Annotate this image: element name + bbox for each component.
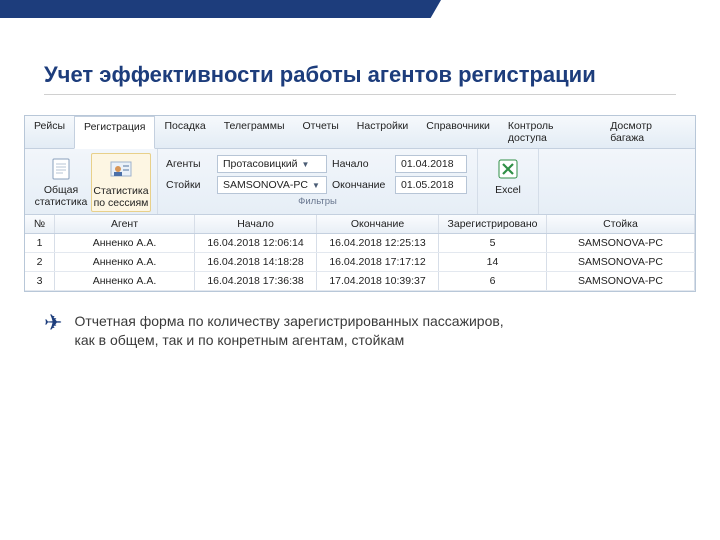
menu-tab[interactable]: Регистрация bbox=[74, 116, 155, 149]
column-header[interactable]: Начало bbox=[195, 215, 317, 233]
menu-tab[interactable]: Телеграммы bbox=[215, 116, 294, 148]
footnote-text: Отчетная форма по количеству зарегистрир… bbox=[74, 312, 514, 350]
menu-tab[interactable]: Досмотр багажа bbox=[601, 116, 695, 148]
cell: 14 bbox=[439, 253, 547, 271]
agents-label: Агенты bbox=[166, 158, 212, 170]
cell: 3 bbox=[25, 272, 55, 290]
table-header: №АгентНачалоОкончаниеЗарегистрированоСто… bbox=[25, 215, 695, 234]
app-window: РейсыРегистрацияПосадкаТелеграммыОтчетыН… bbox=[24, 115, 696, 292]
group-stats: Общая статистика Статистика по сессиям bbox=[25, 149, 158, 214]
end-label: Окончание bbox=[332, 179, 390, 191]
cell: SAMSONOVA-PC bbox=[547, 234, 695, 252]
table-row[interactable]: 3Анненко А.А.16.04.2018 17:36:3817.04.20… bbox=[25, 272, 695, 291]
overall-stats-button[interactable]: Общая статистика bbox=[31, 153, 91, 212]
cell: 16.04.2018 12:06:14 bbox=[195, 234, 317, 252]
cell: Анненко А.А. bbox=[55, 253, 195, 271]
cell: 16.04.2018 14:18:28 bbox=[195, 253, 317, 271]
cell: SAMSONOVA-PC bbox=[547, 253, 695, 271]
cell: 16.04.2018 12:25:13 bbox=[317, 234, 439, 252]
cell: Анненко А.А. bbox=[55, 272, 195, 290]
stands-label: Стойки bbox=[166, 179, 212, 191]
cell: Анненко А.А. bbox=[55, 234, 195, 252]
menubar: РейсыРегистрацияПосадкаТелеграммыОтчетыН… bbox=[25, 116, 695, 149]
document-icon bbox=[46, 155, 76, 183]
menu-tab[interactable]: Рейсы bbox=[25, 116, 74, 148]
page-title: Учет эффективности работы агентов регист… bbox=[44, 62, 676, 95]
cell: 2 bbox=[25, 253, 55, 271]
menu-tab[interactable]: Справочники bbox=[417, 116, 499, 148]
stands-value: SAMSONOVA-PC bbox=[223, 179, 308, 191]
chevron-down-icon: ▼ bbox=[312, 181, 320, 190]
stands-combo[interactable]: SAMSONOVA-PC ▼ bbox=[217, 176, 327, 194]
menu-tab[interactable]: Отчеты bbox=[294, 116, 348, 148]
group-filters: Агенты Протасовицкий ▼ Начало 01.04.2018… bbox=[158, 149, 478, 214]
excel-button[interactable]: Excel bbox=[484, 153, 532, 199]
column-header[interactable]: Стойка bbox=[547, 215, 695, 233]
cell: 5 bbox=[439, 234, 547, 252]
data-table: №АгентНачалоОкончаниеЗарегистрированоСто… bbox=[25, 215, 695, 291]
end-date-input[interactable]: 01.05.2018 bbox=[395, 176, 467, 194]
session-stats-button[interactable]: Статистика по сессиям bbox=[91, 153, 151, 212]
start-date-input[interactable]: 01.04.2018 bbox=[395, 155, 467, 173]
ribbon: Общая статистика Статистика по сессиям А… bbox=[25, 149, 695, 215]
session-stats-label: Статистика по сессиям bbox=[93, 186, 148, 209]
excel-icon bbox=[493, 155, 523, 183]
plane-icon: ✈ bbox=[44, 312, 62, 350]
cell: 16.04.2018 17:36:38 bbox=[195, 272, 317, 290]
overall-stats-label: Общая статистика bbox=[33, 185, 89, 208]
cell: SAMSONOVA-PC bbox=[547, 272, 695, 290]
cell: 6 bbox=[439, 272, 547, 290]
menu-tab[interactable]: Настройки bbox=[348, 116, 418, 148]
chevron-down-icon: ▼ bbox=[302, 160, 310, 169]
start-label: Начало bbox=[332, 158, 390, 170]
cell: 1 bbox=[25, 234, 55, 252]
table-row[interactable]: 2Анненко А.А.16.04.2018 14:18:2816.04.20… bbox=[25, 253, 695, 272]
table-row[interactable]: 1Анненко А.А.16.04.2018 12:06:1416.04.20… bbox=[25, 234, 695, 253]
column-header[interactable]: № bbox=[25, 215, 55, 233]
start-date-value: 01.04.2018 bbox=[401, 158, 454, 170]
column-header[interactable]: Агент bbox=[55, 215, 195, 233]
column-header[interactable]: Зарегистрировано bbox=[439, 215, 547, 233]
person-stats-icon bbox=[106, 156, 136, 184]
cell: 16.04.2018 17:17:12 bbox=[317, 253, 439, 271]
agents-value: Протасовицкий bbox=[223, 158, 298, 170]
column-header[interactable]: Окончание bbox=[317, 215, 439, 233]
header-band bbox=[0, 0, 720, 44]
end-date-value: 01.05.2018 bbox=[401, 179, 454, 191]
menu-tab[interactable]: Посадка bbox=[155, 116, 214, 148]
filters-caption: Фильтры bbox=[164, 196, 471, 207]
agents-combo[interactable]: Протасовицкий ▼ bbox=[217, 155, 327, 173]
menu-tab[interactable]: Контроль доступа bbox=[499, 116, 601, 148]
footnote: ✈ Отчетная форма по количеству зарегистр… bbox=[0, 292, 720, 350]
group-export: Excel bbox=[478, 149, 539, 214]
cell: 17.04.2018 10:39:37 bbox=[317, 272, 439, 290]
excel-label: Excel bbox=[495, 185, 521, 197]
